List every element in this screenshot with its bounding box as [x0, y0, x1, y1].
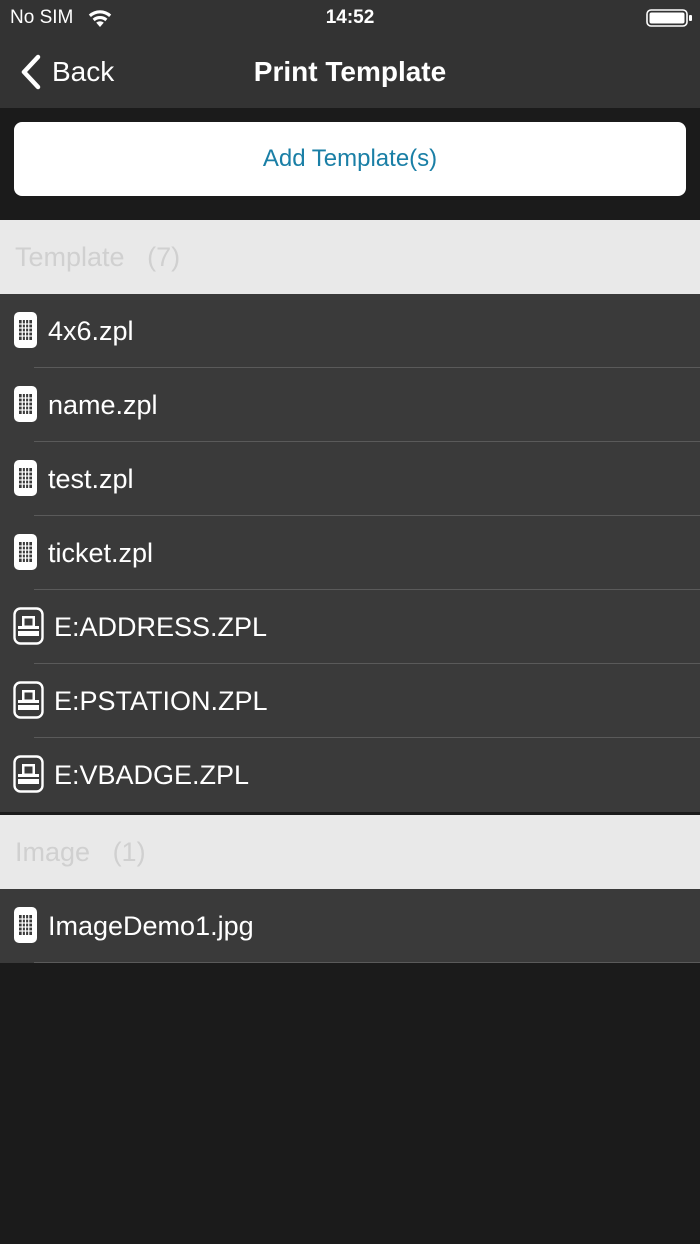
list-item-label: ticket.zpl [48, 538, 154, 568]
printer-storage-icon [13, 607, 44, 645]
section-count: (7) [147, 242, 181, 272]
file-icon [14, 907, 37, 943]
list-item[interactable]: ImageDemo1.jpg [0, 889, 700, 963]
empty-area [0, 963, 700, 1244]
file-icon [14, 312, 37, 348]
printer-storage-icon [13, 755, 44, 793]
section-title: Template [15, 242, 125, 272]
file-icon [14, 534, 37, 570]
list-item-label: E:VBADGE.ZPL [54, 760, 250, 790]
list-item-label: test.zpl [48, 464, 134, 494]
list-item[interactable]: E:VBADGE.ZPL [0, 738, 700, 812]
navigation-bar: Back Print Template [0, 36, 700, 108]
section-header-template: Template (7) [0, 220, 700, 294]
list-item[interactable]: E:ADDRESS.ZPL [0, 590, 700, 664]
list-item-label: name.zpl [48, 390, 158, 420]
printer-storage-icon [13, 681, 44, 719]
page-title: Print Template [253, 56, 447, 87]
list-item[interactable]: name.zpl [0, 368, 700, 442]
list-item-label: ImageDemo1.jpg [48, 911, 254, 941]
add-template-button[interactable]: Add Template(s) [14, 122, 686, 196]
section-count: (1) [112, 837, 146, 867]
list-item[interactable]: E:PSTATION.ZPL [0, 664, 700, 738]
file-icon [14, 386, 37, 422]
list-item-label: E:ADDRESS.ZPL [54, 612, 268, 642]
list-item-label: E:PSTATION.ZPL [54, 686, 268, 716]
status-bar: No SIM 14:52 [0, 0, 700, 36]
section-title: Image [15, 837, 91, 867]
list-item-label: 4x6.zpl [48, 316, 134, 346]
status-time: 14:52 [325, 7, 375, 28]
list-item[interactable]: ticket.zpl [0, 516, 700, 590]
list-item[interactable]: 4x6.zpl [0, 294, 700, 368]
battery-icon [646, 9, 692, 27]
list-item[interactable]: test.zpl [0, 442, 700, 516]
file-icon [14, 460, 37, 496]
add-template-area: Add Template(s) [0, 108, 700, 220]
section-header-image: Image (1) [0, 815, 700, 889]
